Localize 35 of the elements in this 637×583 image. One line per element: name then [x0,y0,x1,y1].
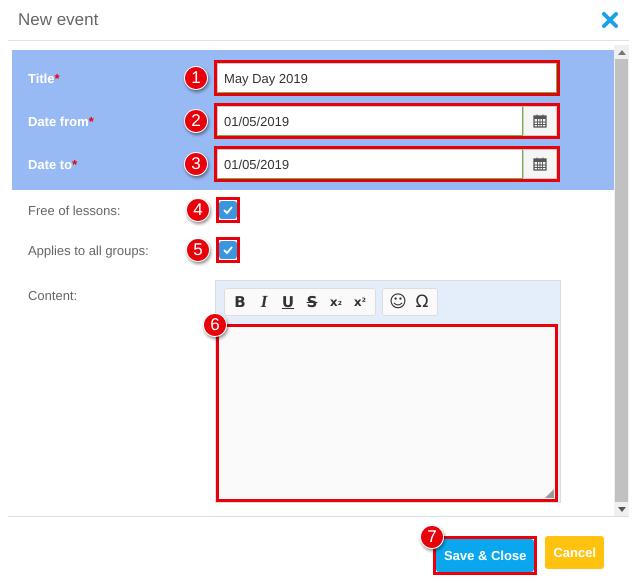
calendar-button[interactable] [523,106,557,136]
text-field[interactable]: May Day 2019 [217,63,557,93]
calendar-icon [533,114,547,128]
toolbar-button[interactable]: Ω [410,291,434,313]
italic-button[interactable]: I [252,291,276,313]
checkmark-icon [222,245,234,255]
field-label: Date to* [28,156,78,172]
calendar-icon [533,157,547,171]
dialog-title: New event [18,10,98,30]
calendar-button[interactable] [523,149,557,179]
annotation-marker: 7 [420,525,444,549]
scroll-up-icon[interactable] [618,50,626,54]
annotation-marker: 5 [186,238,210,262]
toolbar-button[interactable]: ☺ [386,291,410,313]
field-label: Date from* [28,114,94,128]
date-field[interactable]: 01/05/2019 [217,106,523,136]
field-label: Title* [28,70,60,86]
annotation-marker: 1 [184,66,208,90]
annotation-marker: 2 [184,109,208,133]
checkbox-label: Free of lessons: [28,202,120,218]
annotation-marker: 3 [184,152,208,176]
strikethrough-button[interactable]: S [300,291,324,313]
scroll-down-icon[interactable] [618,506,626,512]
checkbox[interactable] [219,201,237,219]
checkmark-icon [222,205,234,215]
annotation-marker: 6 [203,313,227,337]
resize-grip-icon[interactable] [545,489,554,498]
checkbox-label: Applies to all groups: [28,242,149,258]
close-icon[interactable] [601,11,619,29]
annotation-marker: 4 [186,198,210,222]
date-field[interactable]: 01/05/2019 [217,149,523,179]
scrollbar[interactable] [614,45,629,516]
underline-button[interactable]: U [276,291,300,313]
checkbox[interactable] [219,241,237,259]
bold-button[interactable]: B [228,291,252,313]
